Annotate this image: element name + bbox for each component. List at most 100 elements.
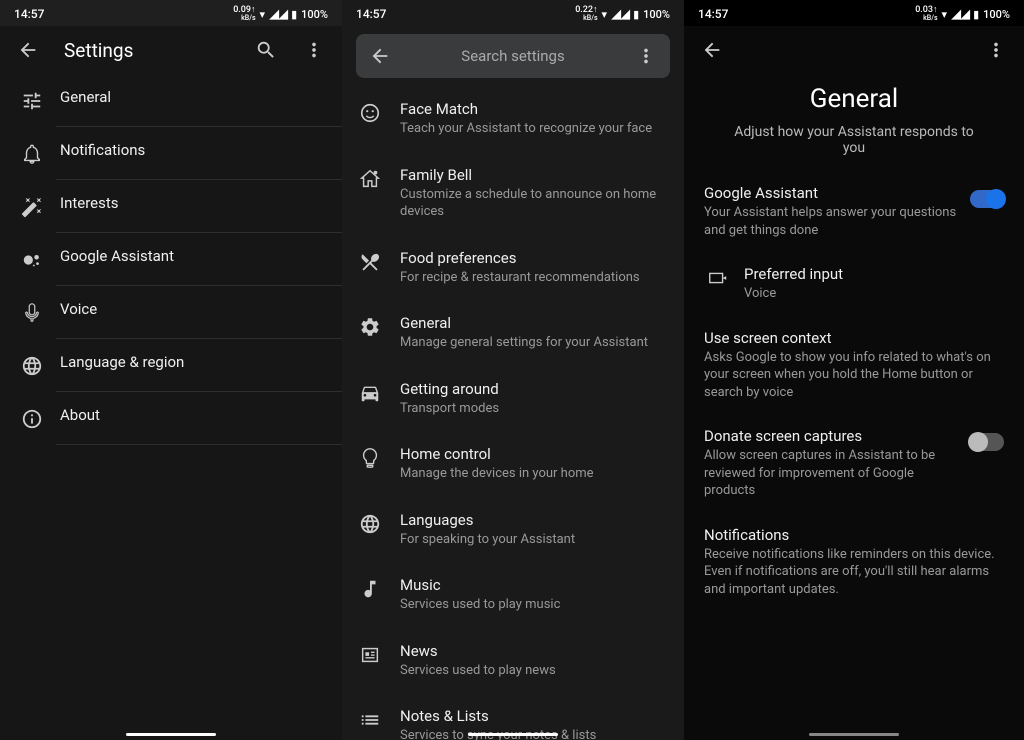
signal-icons: ◢◢ bbox=[269, 7, 287, 22]
setting-title: Notifications bbox=[704, 526, 1004, 544]
list-item-getting-around[interactable]: Getting around Transport modes bbox=[342, 366, 684, 432]
battery-icon: ▮ bbox=[291, 8, 297, 21]
setting-title: Donate screen captures bbox=[704, 427, 960, 445]
home-indicator[interactable] bbox=[126, 733, 216, 736]
item-title: Languages bbox=[400, 511, 666, 529]
list-item-music[interactable]: MusicServices used to play music bbox=[342, 562, 684, 628]
settings-panel: 14:57 0.09↑kB/s ▾ ◢◢ ▮ 100% Settings Gen… bbox=[0, 0, 342, 740]
status-bar: 14:57 0.22↑kB/s ▾ ◢◢ ▮ 100% bbox=[342, 0, 684, 26]
bulb-icon bbox=[356, 447, 384, 469]
wand-icon bbox=[18, 196, 46, 218]
list-item-voice[interactable]: Voice bbox=[0, 286, 342, 338]
list-item-face-match[interactable]: Face MatchTeach your Assistant to recogn… bbox=[342, 86, 684, 152]
clock: 14:57 bbox=[14, 7, 44, 21]
assistant-settings-panel: 14:57 0.22↑kB/s ▾ ◢◢ ▮ 100% Search setti… bbox=[342, 0, 684, 740]
home-indicator[interactable] bbox=[809, 733, 899, 736]
setting-sub: Your Assistant helps answer your questio… bbox=[704, 204, 960, 239]
back-button[interactable] bbox=[16, 38, 40, 62]
item-sub: For speaking to your Assistant bbox=[400, 531, 666, 549]
list-item-news[interactable]: News Services used to play news bbox=[342, 628, 684, 694]
list-item-language-region[interactable]: Language & region bbox=[0, 339, 342, 391]
item-sub: Manage the devices in your home bbox=[400, 465, 666, 483]
status-right: 0.22↑kB/s ▾ ◢◢ ▮ 100% bbox=[575, 6, 670, 22]
item-sub: Services used to play music bbox=[400, 596, 666, 614]
list-item-label: General bbox=[60, 88, 324, 106]
overflow-menu-button[interactable] bbox=[634, 44, 658, 68]
home-indicator[interactable] bbox=[468, 733, 558, 736]
item-sub: Transport modes bbox=[400, 400, 666, 418]
battery-pct: 100% bbox=[983, 8, 1010, 21]
battery-icon: ▮ bbox=[973, 8, 979, 21]
setting-title: Google Assistant bbox=[704, 184, 960, 202]
toggle-donate-captures[interactable] bbox=[970, 433, 1004, 451]
item-title: General bbox=[400, 314, 666, 332]
overflow-menu-button[interactable] bbox=[984, 38, 1008, 62]
wifi-icon: ▾ bbox=[602, 8, 608, 21]
wifi-icon: ▾ bbox=[260, 8, 266, 21]
app-bar: Settings bbox=[0, 26, 342, 74]
list-item-general[interactable]: General Manage general settings for your … bbox=[342, 300, 684, 366]
setting-donate-captures[interactable]: Donate screen captures Allow screen capt… bbox=[684, 415, 1024, 514]
network-speed: 0.22↑kB/s bbox=[575, 6, 597, 22]
item-sub: Manage general settings for your Assista… bbox=[400, 334, 666, 352]
item-sub: For recipe & restaurant recommendations bbox=[400, 269, 666, 287]
item-title: Home control bbox=[400, 445, 666, 463]
home-icon bbox=[356, 168, 384, 190]
globe-icon bbox=[18, 355, 46, 377]
list-item-about[interactable]: About bbox=[0, 392, 342, 444]
back-button[interactable] bbox=[700, 38, 724, 62]
page-subtitle: Adjust how your Assistant responds to yo… bbox=[684, 124, 1024, 172]
list-item-interests[interactable]: Interests bbox=[0, 180, 342, 232]
status-right: 0.03↑kB/s ▾ ◢◢ ▮ 100% bbox=[915, 6, 1010, 22]
setting-notifications[interactable]: Notifications Receive notifications like… bbox=[684, 514, 1024, 613]
list-item-label: Language & region bbox=[60, 353, 324, 371]
food-icon bbox=[356, 251, 384, 273]
list-item-home-control[interactable]: Home control Manage the devices in your h… bbox=[342, 431, 684, 497]
assistant-icon bbox=[18, 249, 46, 271]
search-bar[interactable]: Search settings bbox=[356, 34, 670, 78]
setting-screen-context[interactable]: Use screen context Asks Google to show y… bbox=[684, 317, 1024, 416]
list-icon bbox=[356, 709, 384, 731]
list-item-general[interactable]: General bbox=[0, 74, 342, 126]
item-sub: Services used to play news bbox=[400, 662, 666, 680]
item-title: Notes & Lists bbox=[400, 707, 666, 725]
back-button[interactable] bbox=[368, 44, 392, 68]
item-title: News bbox=[400, 642, 666, 660]
gear-icon bbox=[356, 316, 384, 338]
item-title: Family Bell bbox=[400, 166, 666, 184]
nav-bar bbox=[342, 730, 684, 740]
list-item-family-bell[interactable]: Family BellCustomize a schedule to annou… bbox=[342, 152, 684, 235]
divider bbox=[56, 444, 342, 445]
signal-icons: ◢◢ bbox=[951, 7, 969, 22]
setting-sub: Receive notifications like reminders on … bbox=[704, 546, 1004, 599]
toggle-google-assistant[interactable] bbox=[970, 190, 1004, 208]
app-bar bbox=[684, 26, 1024, 74]
overflow-menu-button[interactable] bbox=[302, 38, 326, 62]
clock: 14:57 bbox=[698, 7, 728, 21]
item-sub: Teach your Assistant to recognize your f… bbox=[400, 120, 666, 138]
battery-icon: ▮ bbox=[633, 8, 639, 21]
setting-google-assistant[interactable]: Google Assistant Your Assistant helps an… bbox=[684, 172, 1024, 253]
list-item-google-assistant[interactable]: Google Assistant bbox=[0, 233, 342, 285]
network-speed: 0.03↑kB/s bbox=[915, 6, 937, 22]
face-icon bbox=[356, 102, 384, 124]
battery-pct: 100% bbox=[643, 8, 670, 21]
list-item-label: Interests bbox=[60, 194, 324, 212]
news-icon bbox=[356, 644, 384, 666]
general-panel: 14:57 0.03↑kB/s ▾ ◢◢ ▮ 100% General Adju… bbox=[684, 0, 1024, 740]
list-item-food[interactable]: Food preferencesFor recipe & restaurant … bbox=[342, 235, 684, 301]
setting-sub: Voice bbox=[744, 285, 1004, 303]
page-title: General bbox=[684, 84, 1024, 114]
list-item-label: Google Assistant bbox=[60, 247, 324, 265]
tune-icon bbox=[18, 90, 46, 112]
list-item-notifications[interactable]: Notifications bbox=[0, 127, 342, 179]
list-item-label: Voice bbox=[60, 300, 324, 318]
status-bar: 14:57 0.09↑kB/s ▾ ◢◢ ▮ 100% bbox=[0, 0, 342, 26]
list-item-languages[interactable]: Languages For speaking to your Assistant bbox=[342, 497, 684, 563]
item-title: Getting around bbox=[400, 380, 666, 398]
setting-title: Preferred input bbox=[744, 265, 1004, 283]
status-right: 0.09↑kB/s ▾ ◢◢ ▮ 100% bbox=[233, 6, 328, 22]
search-button[interactable] bbox=[254, 38, 278, 62]
settings-list: Google Assistant Your Assistant helps an… bbox=[684, 172, 1024, 740]
setting-preferred-input[interactable]: Preferred input Voice bbox=[684, 253, 1024, 317]
